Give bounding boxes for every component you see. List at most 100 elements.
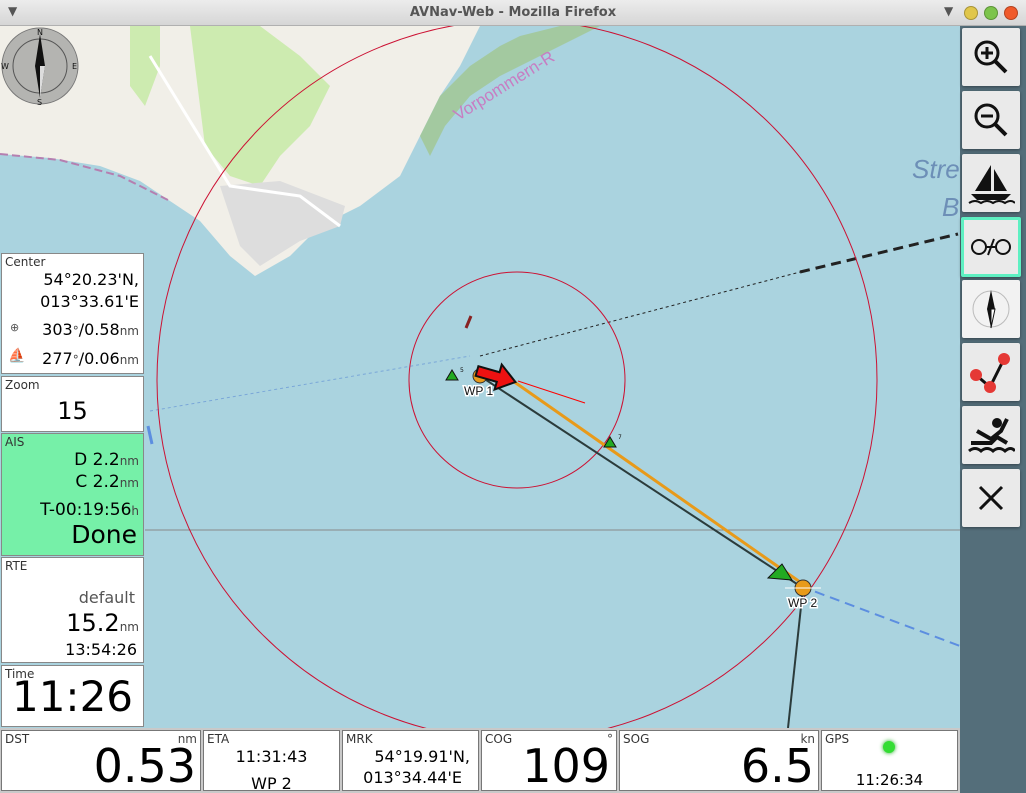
ais-t-value: T-00:19:56 <box>40 500 132 520</box>
ais-label: AIS <box>5 435 25 449</box>
ais-c-unit: nm <box>119 476 139 490</box>
buoy-green-1 <box>445 369 459 381</box>
ais-status: Done <box>71 520 137 549</box>
heading-line-ext <box>799 232 959 274</box>
dst-value: 0.53 <box>93 739 196 793</box>
ais-d-unit: nm <box>119 454 139 468</box>
mrk-lat: 54°19.91'N, <box>374 747 470 766</box>
sea-label-1: Stre <box>912 154 960 184</box>
lock-course-button[interactable] <box>961 217 1021 277</box>
center-lat: 54°20.23'N, <box>43 270 139 289</box>
dst-label: DST <box>5 732 30 746</box>
svg-text:N: N <box>37 28 43 37</box>
route-leg <box>479 375 804 589</box>
fairway-line <box>799 585 960 647</box>
cog-value: 109 <box>522 739 610 793</box>
sailboat-icon: ⛵ <box>8 348 26 364</box>
beacon-red <box>464 315 473 329</box>
sog-label: SOG <box>623 732 650 746</box>
center-boat-button[interactable] <box>962 154 1020 212</box>
zoom-out-icon <box>974 103 1008 137</box>
wp1-label: WP 1 <box>464 384 493 398</box>
zoom-label: Zoom <box>5 378 40 392</box>
center-widget[interactable]: Center 54°20.23'N, 013°33.61'E ⊕ 303°/0.… <box>1 253 144 374</box>
gps-label: GPS <box>825 732 850 746</box>
sog-widget[interactable]: SOG kn 6.5 <box>619 730 819 793</box>
buoy-label-5: 5 <box>460 367 464 374</box>
rte-unit: nm <box>119 620 139 634</box>
course-leg <box>512 379 801 584</box>
man-overboard-button[interactable] <box>962 406 1020 464</box>
compass-rose-icon[interactable]: N S E W <box>0 26 80 106</box>
sog-value: 6.5 <box>740 739 814 793</box>
center-label: Center <box>5 255 46 269</box>
svg-text:W: W <box>1 62 9 71</box>
close-window-button[interactable] <box>1004 6 1018 20</box>
nm-unit-1: nm <box>119 324 139 338</box>
center-bearing2: 277 <box>42 349 73 368</box>
ais-widget[interactable]: AIS D 2.2nm C 2.2nm T-00:19:56h Done <box>1 433 144 556</box>
cog-widget[interactable]: COG ° 109 <box>481 730 617 793</box>
time-value: 11:26 <box>11 672 134 721</box>
ais-t-unit: h <box>131 504 139 518</box>
route-widget[interactable]: RTE default 15.2nm 13:54:26 <box>1 557 144 663</box>
time-widget[interactable]: Time 11:26 <box>1 665 144 727</box>
maximize-button[interactable] <box>984 6 998 20</box>
lock-course-icon <box>971 238 1011 256</box>
ais-d-label: D <box>74 450 88 470</box>
eta-wp: WP 2 <box>251 774 292 793</box>
range-circle-inner <box>408 271 626 489</box>
svg-text:S: S <box>37 98 42 106</box>
route-icon <box>970 353 1010 393</box>
svg-text:E: E <box>72 62 77 71</box>
channel-mark <box>146 425 154 445</box>
man-overboard-icon <box>968 418 1015 453</box>
zoom-out-button[interactable] <box>962 91 1020 149</box>
mrk-label: MRK <box>346 732 373 746</box>
cog-label: COG <box>485 732 513 746</box>
window-titlebar: ▼ AVNav-Web - Mozilla Firefox ▼ <box>0 0 1026 26</box>
gps-time: 11:26:34 <box>855 771 924 789</box>
nm-unit-2: nm <box>119 353 139 367</box>
north-up-button[interactable] <box>962 280 1020 338</box>
bottom-instrument-bar: DST nm 0.53 ETA 11:31:43 WP 2 MRK 54°19.… <box>0 728 960 793</box>
route-editor-button[interactable] <box>962 343 1020 401</box>
zoom-widget[interactable]: Zoom 15 <box>1 376 144 432</box>
window-options-icon[interactable]: ▼ <box>944 4 953 18</box>
ais-c-value: 2.2 <box>92 472 120 492</box>
minimize-button[interactable] <box>964 6 978 20</box>
gps-status-icon <box>883 741 895 753</box>
window-title: AVNav-Web - Mozilla Firefox <box>409 5 617 20</box>
mrk-widget[interactable]: MRK 54°19.91'N, 013°34.44'E <box>342 730 479 791</box>
mrk-lon: 013°34.44'E <box>363 768 462 787</box>
zoom-in-button[interactable] <box>962 28 1020 86</box>
ais-c-label: C <box>75 472 88 492</box>
center-dist2: /0.06 <box>78 349 120 368</box>
wp2-label: WP 2 <box>788 596 817 610</box>
rte-eta: 13:54:26 <box>65 640 137 659</box>
zoom-value: 15 <box>57 397 88 425</box>
dst-widget[interactable]: DST nm 0.53 <box>1 730 201 793</box>
center-bearing1: 303 <box>42 320 73 339</box>
sea-label-2: B <box>942 192 959 222</box>
ais-d-value: 2.2 <box>92 450 120 470</box>
chart-map[interactable]: Vorpommern-R Stre B 5 7 WP 1 WP 2 N S E … <box>0 26 960 728</box>
crosshair-icon: ⊕ <box>10 321 20 334</box>
right-toolbar <box>960 26 1026 793</box>
center-dist1: /0.58 <box>78 320 120 339</box>
eta-widget[interactable]: ETA 11:31:43 WP 2 <box>203 730 340 793</box>
compass-needle-icon <box>972 290 1010 329</box>
rte-dist: 15.2 <box>66 609 120 637</box>
ferry-line <box>149 355 471 412</box>
eta-label: ETA <box>207 732 230 746</box>
zoom-in-icon <box>974 40 1008 74</box>
buoy-label-7: 7 <box>618 434 622 441</box>
heading-line <box>479 271 801 357</box>
gps-widget[interactable]: GPS 11:26:34 <box>821 730 958 791</box>
rte-label: RTE <box>5 559 28 573</box>
center-lon: 013°33.61'E <box>40 292 139 311</box>
rte-name: default <box>78 588 135 607</box>
sailboat-icon <box>968 165 1015 205</box>
close-panel-button[interactable] <box>962 469 1020 527</box>
map-canvas[interactable]: Vorpommern-R Stre B 5 7 WP 1 WP 2 <box>0 26 960 728</box>
